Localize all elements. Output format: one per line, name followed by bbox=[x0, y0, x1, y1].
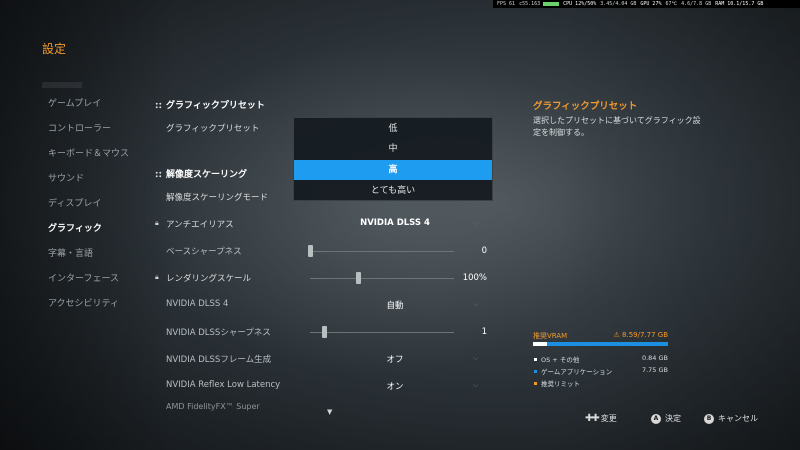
nav-item-accessibility[interactable]: アクセシビリティ bbox=[48, 296, 119, 309]
vram-row-label: 推奨リミット bbox=[541, 380, 580, 388]
cancel-hint[interactable]: B キャンセル bbox=[704, 413, 758, 424]
reflex-value[interactable]: オン bbox=[310, 380, 480, 392]
legend-square-icon bbox=[534, 358, 537, 361]
antialias-label[interactable]: アンチエイリアス bbox=[166, 218, 234, 230]
nav-item-interface[interactable]: インターフェース bbox=[48, 271, 119, 284]
vram-row-game: ゲームアプリケーション 7.75 GB bbox=[533, 366, 668, 376]
nav-item-keyboard-mouse[interactable]: キーボード＆マウス bbox=[48, 146, 129, 159]
gpu-mem-readout: 4.6/7.8 GB bbox=[681, 1, 712, 7]
framegen-label[interactable]: NVIDIA DLSSフレーム生成 bbox=[166, 353, 271, 365]
sharpness-label[interactable]: ベースシャープネス bbox=[166, 245, 242, 257]
scaling-mode-label[interactable]: 解像度スケーリングモード bbox=[166, 191, 268, 203]
vram-usage-value: 8.59/7.77 GB bbox=[622, 331, 668, 339]
nav-item-controller[interactable]: コントローラー bbox=[48, 121, 111, 134]
nav-item-gameplay[interactable]: ゲームプレイ bbox=[48, 96, 101, 109]
dlss-sharpness-value: 1 bbox=[481, 327, 487, 337]
drag-dots-icon bbox=[155, 171, 162, 178]
dlss-label[interactable]: NVIDIA DLSS 4 bbox=[166, 299, 228, 309]
chevron-down-icon: ⌵ bbox=[473, 354, 479, 362]
change-hint[interactable]: ✚✚ 変更 bbox=[585, 413, 617, 424]
vram-row-limit: 推奨リミット bbox=[533, 378, 668, 388]
chevron-down-icon: ⌵ bbox=[473, 381, 479, 389]
legend-square-icon bbox=[534, 370, 537, 373]
preset-option-high[interactable]: 高 bbox=[294, 160, 492, 180]
render-scale-slider-track[interactable] bbox=[310, 278, 454, 279]
render-scale-value: 100% bbox=[462, 273, 487, 283]
vram-row-os: OS + その他 0.84 GB bbox=[533, 354, 668, 364]
b-button-icon: B bbox=[704, 413, 714, 424]
nav-item-sound[interactable]: サウンド bbox=[48, 171, 84, 184]
info-description: 選択したプリセットに基づいてグラフィック設定を制御する。 bbox=[533, 116, 701, 137]
lock-icon: 🔒︎ bbox=[155, 219, 159, 227]
dlss-sharpness-slider-track[interactable] bbox=[310, 332, 454, 333]
dpad-icon: ✚✚ bbox=[585, 413, 600, 424]
preset-option-low[interactable]: 低 bbox=[294, 119, 492, 139]
legend-square-icon bbox=[534, 382, 537, 385]
warning-icon: ⚠ bbox=[613, 331, 623, 339]
nav-item-subtitles-language[interactable]: 字幕・言語 bbox=[48, 246, 93, 259]
section-header-preset: グラフィックプリセット bbox=[155, 98, 265, 111]
sharpness-value: 0 bbox=[481, 246, 487, 256]
reflex-label[interactable]: NVIDIA Reflex Low Latency bbox=[166, 380, 280, 390]
dlss-sharpness-slider-thumb[interactable] bbox=[322, 326, 328, 338]
change-label: 変更 bbox=[600, 414, 617, 423]
page-title: 設定 bbox=[42, 42, 67, 56]
gpu-temp-readout: 67℃ bbox=[665, 1, 678, 7]
vram-bar-system bbox=[533, 342, 547, 346]
fps-readout: FPS 61 bbox=[497, 1, 516, 7]
fsr-label[interactable]: AMD FidelityFX™ Super bbox=[166, 402, 260, 411]
sharpness-slider-track[interactable] bbox=[310, 251, 454, 252]
render-scale-label[interactable]: レンダリングスケール bbox=[166, 272, 251, 284]
section-title: グラフィックプリセット bbox=[166, 101, 265, 111]
nav-item-graphics[interactable]: グラフィック bbox=[48, 221, 102, 234]
confirm-hint[interactable]: A 決定 bbox=[651, 413, 681, 424]
scroll-down-icon[interactable]: ▼ bbox=[327, 408, 332, 416]
cpu-readout: CPU 12%/50% bbox=[563, 1, 597, 7]
antialias-value[interactable]: NVIDIA DLSS 4 bbox=[310, 218, 480, 228]
chevron-down-icon: ⌵ bbox=[473, 300, 479, 308]
info-title: グラフィックプリセット bbox=[533, 101, 638, 112]
preset-dropdown[interactable]: 低 中 高 とても高い bbox=[293, 117, 493, 201]
nav-item-display[interactable]: ディスプレイ bbox=[48, 196, 101, 209]
lock-icon: 🔒︎ bbox=[155, 273, 159, 281]
cpu-extra-readout: 3.45/4.04 GB bbox=[600, 1, 637, 7]
gpu-readout: GPU 27% bbox=[640, 1, 662, 7]
vram-row-value: 7.75 GB bbox=[641, 366, 668, 374]
vram-row-value: 0.84 GB bbox=[641, 354, 668, 362]
vram-usage: ⚠ 8.59/7.77 GB bbox=[614, 331, 669, 339]
cancel-label: キャンセル bbox=[718, 414, 758, 423]
frametime-readout: c55.163 bbox=[519, 1, 541, 7]
vram-bar bbox=[533, 342, 668, 346]
drag-dots-icon bbox=[155, 102, 162, 109]
a-button-icon: A bbox=[651, 413, 661, 424]
chevron-down-icon: ⌵ bbox=[473, 219, 479, 227]
confirm-label: 決定 bbox=[665, 414, 681, 423]
preset-option-medium[interactable]: 中 bbox=[294, 139, 492, 159]
vram-title: 推奨VRAM bbox=[533, 332, 568, 340]
render-scale-slider-thumb[interactable] bbox=[355, 272, 361, 284]
dlss-value[interactable]: 自動 bbox=[310, 299, 480, 311]
vram-row-label: ゲームアプリケーション bbox=[541, 368, 613, 376]
vram-header: 推奨VRAM ⚠ 8.59/7.77 GB bbox=[533, 331, 668, 341]
nav-scroll-hint bbox=[42, 82, 82, 88]
framegen-value[interactable]: オフ bbox=[310, 353, 480, 365]
dlss-sharpness-label[interactable]: NVIDIA DLSSシャープネス bbox=[166, 326, 271, 338]
preset-label[interactable]: グラフィックプリセット bbox=[166, 122, 259, 134]
vram-row-label: OS + その他 bbox=[541, 356, 580, 364]
preset-option-ultra[interactable]: とても高い bbox=[294, 181, 492, 201]
sharpness-slider-thumb[interactable] bbox=[308, 245, 313, 257]
ram-readout: RAM 10.1/15.7 GB bbox=[715, 1, 764, 7]
section-title: 解像度スケーリング bbox=[166, 170, 248, 180]
section-header-scaling: 解像度スケーリング bbox=[155, 167, 247, 180]
frametime-meter bbox=[543, 2, 560, 6]
performance-overlay: FPS 61 c55.163 CPU 12%/50% 3.45/4.04 GB … bbox=[493, 0, 800, 8]
